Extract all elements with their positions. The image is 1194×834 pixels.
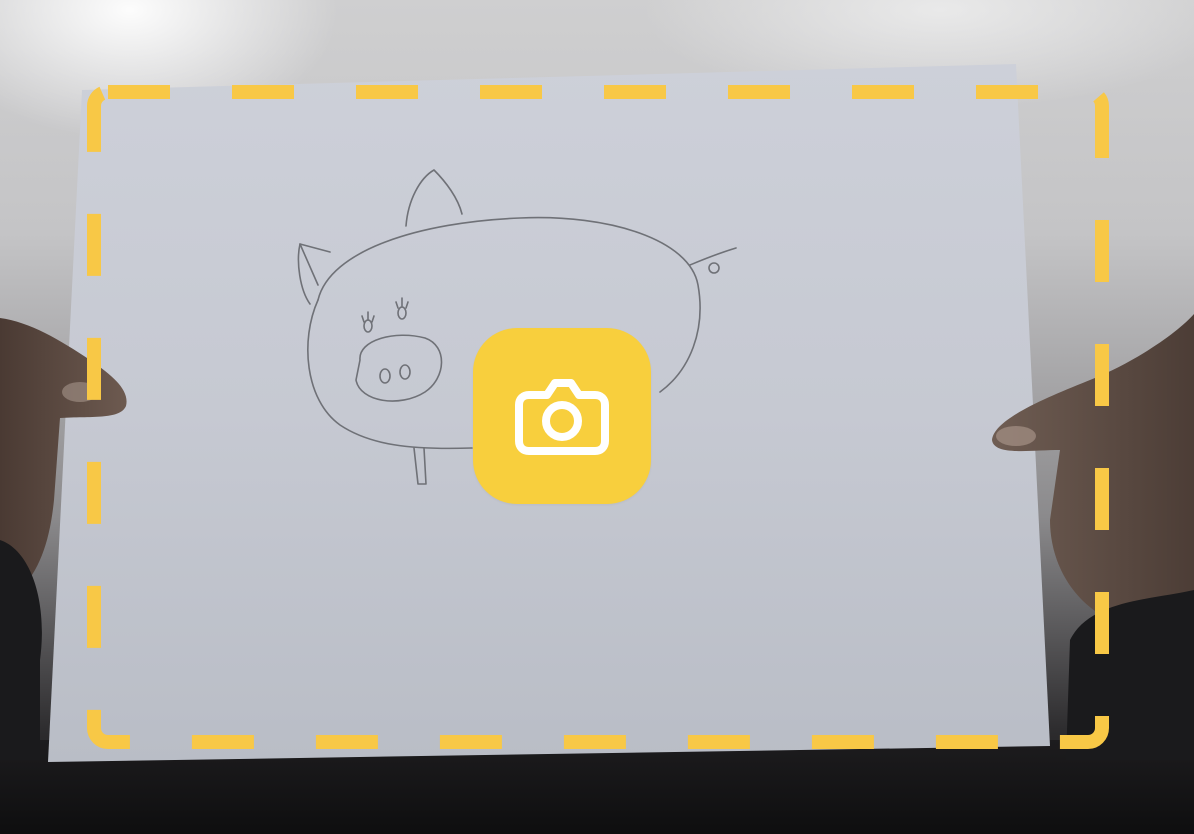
camera-icon	[515, 379, 609, 455]
left-hand	[0, 318, 127, 760]
right-hand	[992, 314, 1194, 760]
capture-button[interactable]	[473, 328, 651, 504]
camera-viewfinder	[0, 0, 1194, 834]
